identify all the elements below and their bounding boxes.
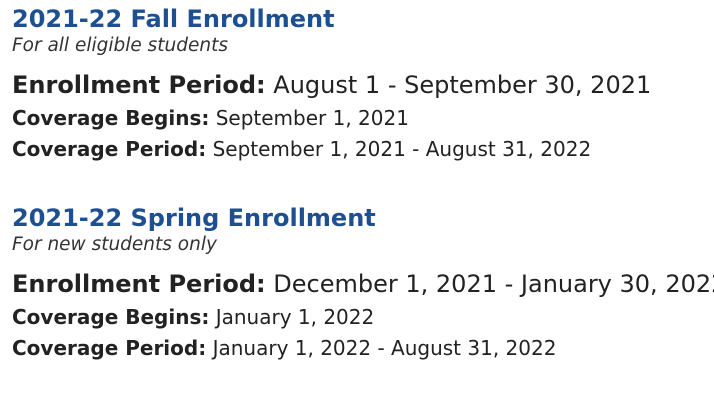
fall-enrollment-period-row: Enrollment Period: August 1 - September … [12,67,714,103]
enrollment-period-label: Enrollment Period: [12,270,266,298]
coverage-begins-value: September 1, 2021 [215,106,409,130]
coverage-begins-label: Coverage Begins: [12,106,210,130]
coverage-period-value: September 1, 2021 - August 31, 2022 [212,137,592,161]
enrollment-period-value: December 1, 2021 - January 30, 2022 [273,270,714,298]
fall-coverage-period-row: Coverage Period: September 1, 2021 - Aug… [12,134,714,165]
coverage-period-label: Coverage Period: [12,336,207,360]
spring-enrollment-section: 2021-22 Spring Enrollment For new studen… [12,202,714,364]
spring-enrollment-title: 2021-22 Spring Enrollment [12,204,376,232]
coverage-period-label: Coverage Period: [12,137,207,161]
coverage-period-value: January 1, 2022 - August 31, 2022 [212,336,557,360]
fall-enrollment-details: Enrollment Period: August 1 - September … [12,67,714,165]
spring-enrollment-details: Enrollment Period: December 1, 2021 - Ja… [12,266,714,364]
enrollment-period-value: August 1 - September 30, 2021 [273,71,652,99]
fall-enrollment-title: 2021-22 Fall Enrollment [12,5,335,33]
enrollment-period-label: Enrollment Period: [12,71,266,99]
fall-coverage-begins-row: Coverage Begins: September 1, 2021 [12,103,714,134]
spring-enrollment-subtitle: For new students only [12,234,217,255]
spring-enrollment-period-row: Enrollment Period: December 1, 2021 - Ja… [12,266,714,302]
coverage-begins-label: Coverage Begins: [12,305,210,329]
enrollment-info-page: 2021-22 Fall Enrollment For all eligible… [0,0,714,411]
fall-enrollment-section: 2021-22 Fall Enrollment For all eligible… [12,3,714,165]
coverage-begins-value: January 1, 2022 [215,305,375,329]
spring-coverage-period-row: Coverage Period: January 1, 2022 - Augus… [12,333,714,364]
fall-enrollment-subtitle: For all eligible students [12,35,228,56]
spring-coverage-begins-row: Coverage Begins: January 1, 2022 [12,302,714,333]
